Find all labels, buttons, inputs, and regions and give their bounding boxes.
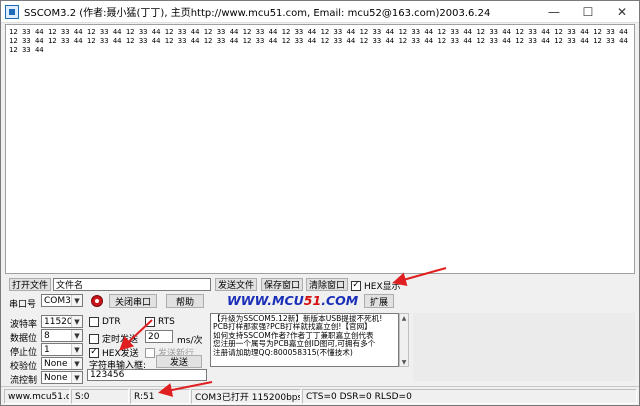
filename-input[interactable]: 文件名: [53, 278, 211, 291]
stopbits-label: 停止位: [10, 348, 38, 358]
minimize-button[interactable]: —: [537, 1, 571, 23]
port-value: COM3: [44, 295, 71, 306]
port-select[interactable]: COM3 ▼: [41, 294, 83, 307]
sscom-window: SSCOM3.2 (作者:聂小猛(丁丁), 主页http://www.mcu51…: [0, 0, 640, 406]
interval-input[interactable]: 20: [145, 330, 173, 343]
chevron-down-icon: ▼: [71, 316, 82, 327]
maximize-button[interactable]: ☐: [571, 1, 605, 23]
ad-scrollbar[interactable]: ▲ ▼: [399, 313, 409, 367]
hex-send-check-icon: ✓: [89, 347, 99, 358]
close-button[interactable]: ✕: [605, 1, 639, 23]
parity-select[interactable]: None ▼: [41, 357, 83, 370]
status-site: www.mcu51.cor: [4, 389, 70, 404]
ad-textbox[interactable]: 【升级为SSCOM5.12新】新版本USB提拔不死机! PCB打样那家强?PCB…: [210, 313, 399, 367]
flow-select[interactable]: None ▼: [41, 371, 83, 384]
send-file-button[interactable]: 发送文件: [215, 278, 257, 291]
close-port-button[interactable]: 关闭串口: [109, 294, 157, 308]
hex-display-label: HEX显示: [364, 282, 401, 292]
right-panel: [413, 313, 635, 381]
dtr-checkbox[interactable]: DTR: [89, 317, 121, 327]
interval-unit: ms/次: [177, 336, 203, 346]
databits-select[interactable]: 8 ▼: [41, 329, 83, 342]
extend-button[interactable]: 扩展: [364, 294, 394, 308]
title-bar: SSCOM3.2 (作者:聂小猛(丁丁), 主页http://www.mcu51…: [1, 1, 639, 23]
app-icon: [5, 4, 19, 19]
status-sent: S:0: [71, 389, 129, 404]
hex-display-checkbox[interactable]: ✓ HEX显示: [351, 279, 401, 292]
parity-label: 校验位: [10, 362, 38, 372]
send-button[interactable]: 发送: [156, 355, 202, 368]
clear-window-button[interactable]: 清除窗口: [306, 278, 348, 291]
status-bar: www.mcu51.cor S:0 R:51 COM3已打开 115200bps…: [1, 386, 639, 405]
port-label: 串口号: [9, 300, 37, 310]
chevron-down-icon: ▼: [71, 358, 82, 369]
chevron-down-icon: ▼: [71, 372, 82, 383]
status-received: R:51: [130, 389, 190, 404]
open-file-button[interactable]: 打开文件: [9, 278, 51, 291]
status-port: COM3已打开 115200bps: [191, 389, 301, 404]
flow-label: 流控制: [10, 376, 38, 386]
stopbits-select[interactable]: 1 ▼: [41, 343, 83, 356]
rts-checkbox[interactable]: RTS: [145, 317, 175, 327]
port-status-icon: [91, 295, 103, 307]
chevron-down-icon: ▼: [71, 330, 82, 341]
receive-textarea[interactable]: 12 33 44 12 33 44 12 33 44 12 33 44 12 3…: [5, 24, 635, 274]
help-button[interactable]: 帮助: [166, 294, 204, 308]
timed-send-checkbox[interactable]: 定时发送: [89, 332, 138, 345]
site-logo[interactable]: WWW.MCU51.COM: [227, 293, 358, 308]
send-input[interactable]: 123456: [87, 369, 207, 381]
baud-label: 波特率: [10, 320, 38, 330]
save-window-button[interactable]: 保存窗口: [261, 278, 303, 291]
chevron-down-icon: ▼: [71, 344, 82, 355]
scroll-up-icon[interactable]: ▲: [400, 314, 408, 322]
databits-label: 数据位: [10, 334, 38, 344]
hex-display-check-icon: ✓: [351, 280, 361, 291]
chevron-down-icon: ▼: [71, 295, 82, 306]
scroll-down-icon[interactable]: ▼: [400, 358, 408, 366]
window-title: SSCOM3.2 (作者:聂小猛(丁丁), 主页http://www.mcu51…: [24, 8, 491, 19]
baud-select[interactable]: 115200 ▼: [41, 315, 83, 328]
window-controls: — ☐ ✕: [537, 1, 639, 23]
status-lines: CTS=0 DSR=0 RLSD=0: [302, 389, 637, 404]
